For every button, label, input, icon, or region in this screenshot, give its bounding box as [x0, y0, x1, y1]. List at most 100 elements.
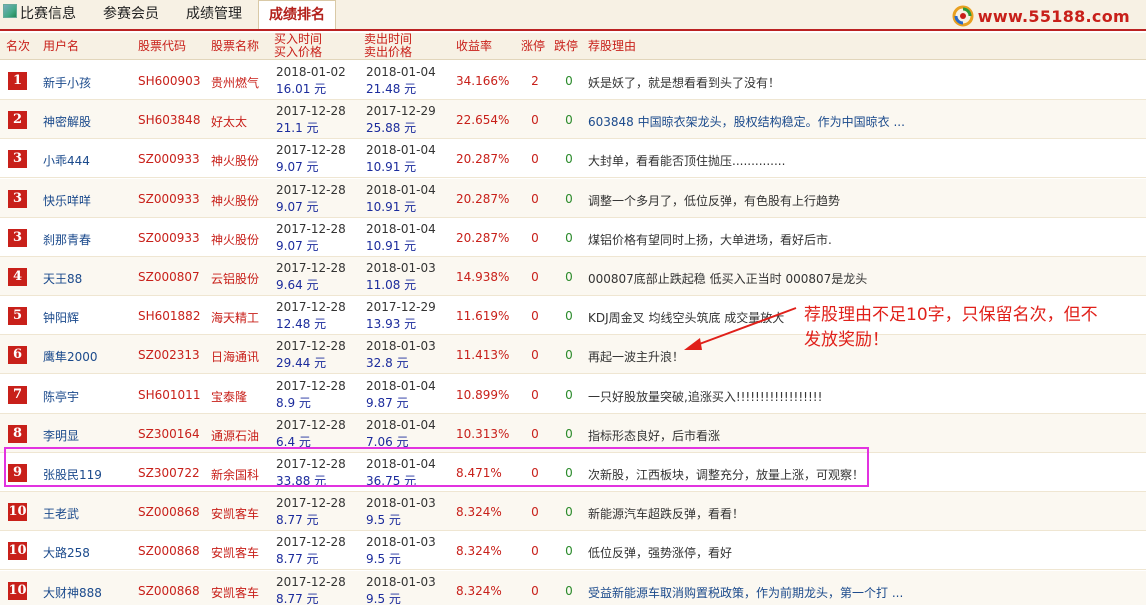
nav-tab-ranking[interactable]: 成绩排名 — [258, 0, 336, 29]
stock-name-link[interactable]: 通源石油 — [211, 427, 259, 444]
sell-date: 2017-12-29 — [366, 104, 436, 118]
stock-name-link[interactable]: 海天精工 — [211, 309, 259, 326]
limit-up-count: 0 — [531, 152, 539, 166]
rank-badge: 4 — [8, 268, 27, 286]
rank-badge: 3 — [8, 150, 27, 168]
rank-badge: 1 — [8, 72, 27, 90]
stock-code-link[interactable]: SZ000933 — [138, 231, 200, 245]
stock-name-link[interactable]: 安凯客车 — [211, 505, 259, 522]
user-link[interactable]: 钟阳辉 — [43, 309, 79, 326]
user-link[interactable]: 神密解股 — [43, 113, 91, 130]
user-link[interactable]: 新手小孩 — [43, 74, 91, 91]
stock-name-link[interactable]: 神火股份 — [211, 231, 259, 248]
limit-up-count: 0 — [531, 427, 539, 441]
buy-date: 2017-12-28 — [276, 496, 346, 510]
reason-text: 一只好股放量突破,追涨买入!!!!!!!!!!!!!!!!!! — [588, 390, 823, 404]
user-link[interactable]: 大财神888 — [43, 584, 102, 601]
table-row: 10 大财神888 SZ000868 安凯客车 2017-12-28 8.77 元 2018… — [0, 571, 1146, 605]
limit-up-count: 0 — [531, 348, 539, 362]
reason-text: 000807底部止跌起稳 低买入正当时 000807是龙头 — [588, 272, 868, 286]
limit-down-count: 0 — [565, 427, 573, 441]
header-code: 股票代码 — [138, 39, 187, 53]
user-link[interactable]: 刹那青春 — [43, 231, 91, 248]
sell-date: 2018-01-03 — [366, 339, 436, 353]
limit-up-count: 0 — [531, 270, 539, 284]
limit-down-count: 0 — [565, 152, 573, 166]
stock-name-link[interactable]: 神火股份 — [211, 152, 259, 169]
user-link[interactable]: 鹰隼2000 — [43, 348, 98, 365]
buy-date: 2017-12-28 — [276, 261, 346, 275]
rank-badge: 10 — [8, 542, 27, 560]
return-rate: 20.287% — [456, 152, 510, 166]
nav-tab-score-management[interactable]: 成绩管理 — [186, 0, 242, 29]
stock-name-link[interactable]: 贵州燃气 — [211, 74, 259, 91]
stock-code-link[interactable]: SZ000868 — [138, 505, 200, 519]
stock-name-link[interactable]: 安凯客车 — [211, 584, 259, 601]
buy-price: 29.44 元 — [276, 356, 327, 370]
user-link[interactable]: 大路258 — [43, 544, 90, 561]
header-buy: 买入时间 买入价格 — [274, 33, 322, 59]
rank-badge: 3 — [8, 190, 27, 208]
return-rate: 11.413% — [456, 348, 510, 362]
stock-name-link[interactable]: 日海通讯 — [211, 348, 259, 365]
limit-up-count: 0 — [531, 113, 539, 127]
user-link[interactable]: 小乖444 — [43, 152, 90, 169]
table-row: 10 王老武 SZ000868 安凯客车 2017-12-28 8.77 元 2018-01… — [0, 492, 1146, 531]
limit-down-count: 0 — [565, 544, 573, 558]
user-link[interactable]: 王老武 — [43, 505, 79, 522]
stock-code-link[interactable]: SZ300164 — [138, 427, 200, 441]
nav-tab-members[interactable]: 参赛会员 — [103, 0, 159, 29]
nav-tab-match-info[interactable]: 比赛信息 — [20, 0, 76, 29]
buy-date: 2017-12-28 — [276, 418, 346, 432]
stock-code-link[interactable]: SZ002313 — [138, 348, 200, 362]
rank-badge: 6 — [8, 346, 27, 364]
stock-name-link[interactable]: 宝泰隆 — [211, 388, 247, 405]
stock-code-link[interactable]: SH601011 — [138, 388, 200, 402]
stock-code-link[interactable]: SZ000868 — [138, 544, 200, 558]
header-buy-price: 买入价格 — [274, 45, 323, 59]
buy-date: 2017-12-28 — [276, 222, 346, 236]
sell-date: 2018-01-03 — [366, 535, 436, 549]
app-icon — [3, 4, 17, 18]
stock-code-link[interactable]: SH601882 — [138, 309, 200, 323]
stock-name-link[interactable]: 安凯客车 — [211, 544, 259, 561]
return-rate: 14.938% — [456, 270, 510, 284]
sell-price: 9.5 元 — [366, 592, 401, 605]
annotation-arrow — [684, 307, 797, 350]
stock-name-link[interactable]: 神火股份 — [211, 192, 259, 209]
table-row: 4 天王88 SZ000807 云铝股份 2017-12-28 9.64 元 2018-01… — [0, 257, 1146, 296]
rank-badge: 8 — [8, 425, 27, 443]
site-logo[interactable]: www.55188.com — [952, 3, 1130, 29]
limit-down-count: 0 — [565, 309, 573, 323]
limit-down-count: 0 — [565, 584, 573, 598]
header-sell: 卖出时间 卖出价格 — [364, 33, 412, 59]
user-link[interactable]: 陈亭宇 — [43, 388, 79, 405]
stock-code-link[interactable]: SH603848 — [138, 113, 200, 127]
stock-code-link[interactable]: SZ000868 — [138, 584, 200, 598]
user-link[interactable]: 李明显 — [43, 427, 79, 444]
buy-date: 2018-01-02 — [276, 65, 346, 79]
user-link[interactable]: 快乐咩咩 — [43, 192, 91, 209]
sell-date: 2018-01-04 — [366, 65, 436, 79]
table-row: 3 快乐咩咩 SZ000933 神火股份 2017-12-28 9.07 元 2018-01… — [0, 179, 1146, 218]
limit-up-count: 2 — [531, 74, 539, 88]
stock-code-link[interactable]: SZ000933 — [138, 192, 200, 206]
return-rate: 34.166% — [456, 74, 510, 88]
buy-price: 12.48 元 — [276, 317, 327, 331]
stock-name-link[interactable]: 好太太 — [211, 113, 247, 130]
sell-date: 2018-01-04 — [366, 183, 436, 197]
table-row: 1 新手小孩 SH600903 贵州燃气 2018-01-02 16.01 元 2018-0… — [0, 61, 1146, 100]
header-user: 用户名 — [43, 39, 80, 53]
return-rate: 8.324% — [456, 544, 502, 558]
stock-code-link[interactable]: SZ000807 — [138, 270, 200, 284]
reason-text[interactable]: 受益新能源车取消购置税政策，作为前期龙头，第一个打 ... — [588, 584, 903, 601]
stock-name-link[interactable]: 云铝股份 — [211, 270, 259, 287]
sell-price: 10.91 元 — [366, 160, 417, 174]
limit-up-count: 0 — [531, 388, 539, 402]
buy-price: 8.77 元 — [276, 552, 319, 566]
stock-code-link[interactable]: SZ000933 — [138, 152, 200, 166]
reason-text[interactable]: 603848 中国晾衣架龙头，股权结构稳定。作为中国晾衣 ... — [588, 113, 905, 130]
stock-code-link[interactable]: SH600903 — [138, 74, 200, 88]
user-link[interactable]: 天王88 — [43, 270, 82, 287]
reason-text: 新能源汽车超跌反弹，看看！ — [588, 507, 745, 521]
